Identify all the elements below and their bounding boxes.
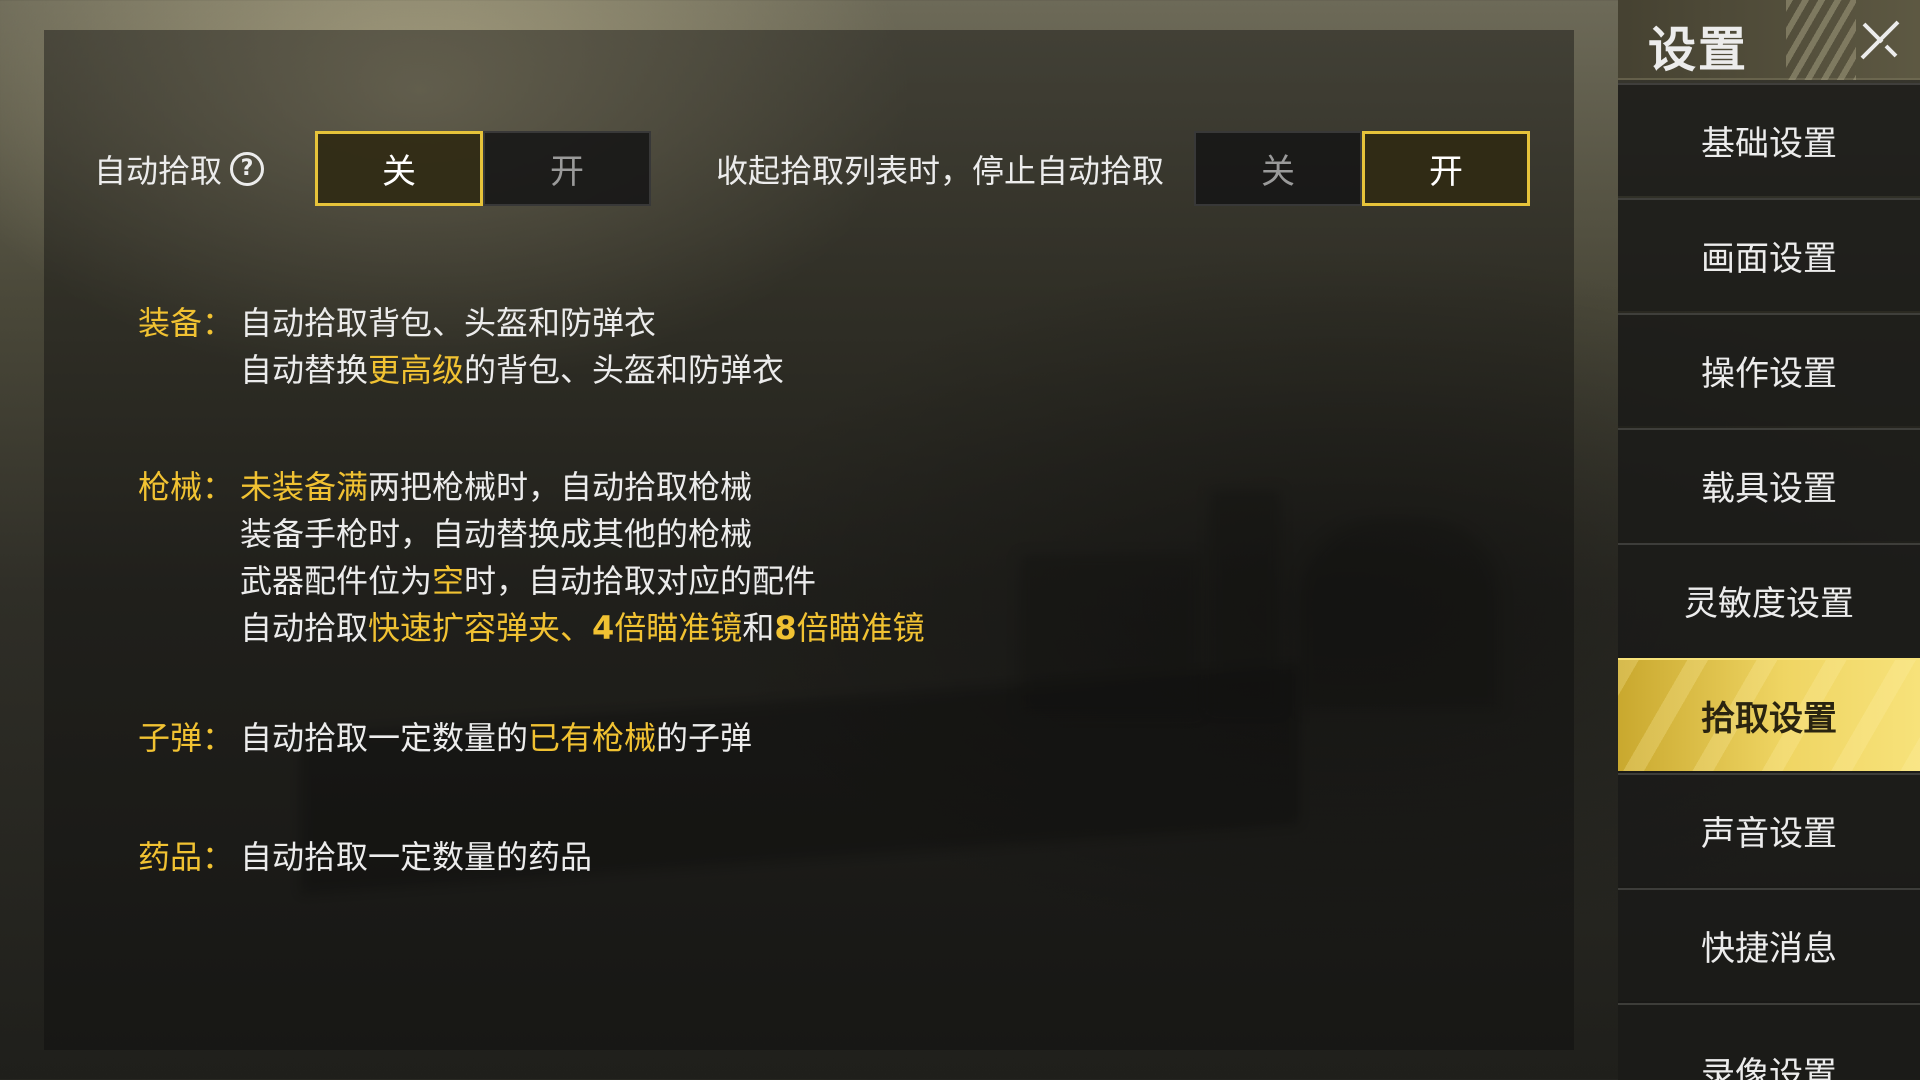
auto-pickup-label: 自动拾取 <box>94 151 223 190</box>
settings-header: 设置 <box>1618 0 1920 80</box>
stop-on-collapse-row: 收起拾取列表时，停止自动拾取 <box>716 131 1164 206</box>
weapons-line-4: 自动拾取快速扩容弹夹、4倍瞄准镜和8倍瞄准镜 <box>240 609 925 647</box>
auto-pickup-toggle: 关 开 <box>315 131 651 206</box>
auto-pickup-row: 自动拾取 ? <box>94 131 265 206</box>
equipment-category: 装备： <box>138 304 235 342</box>
nav-sound-settings[interactable]: 声音设置 <box>1618 773 1920 886</box>
nav-quick-messages[interactable]: 快捷消息 <box>1618 888 1920 1001</box>
close-x-icon <box>1860 20 1900 60</box>
close-button[interactable] <box>1840 0 1920 80</box>
stop-on-collapse-on-button[interactable]: 开 <box>1362 131 1530 206</box>
settings-sidebar: 设置 基础设置 画面设置 操作设置 载具设置 灵敏度设置 拾取设置 声音设置 快… <box>1618 0 1920 1080</box>
nav-graphics-settings[interactable]: 画面设置 <box>1618 198 1920 311</box>
stop-on-collapse-off-button[interactable]: 关 <box>1194 131 1362 206</box>
help-icon[interactable]: ? <box>230 151 265 186</box>
weapons-line-1: 未装备满两把枪械时，自动拾取枪械 <box>240 468 753 506</box>
equipment-line-1: 自动拾取背包、头盔和防弹衣 <box>240 304 657 342</box>
medicine-line-1: 自动拾取一定数量的药品 <box>240 838 593 876</box>
auto-pickup-off-button[interactable]: 关 <box>315 131 483 206</box>
nav-replay-settings[interactable]: 录像设置 <box>1618 1003 1920 1080</box>
weapons-line-2: 装备手枪时，自动替换成其他的枪械 <box>240 515 753 553</box>
pickup-settings-panel: 自动拾取 ? 关 开 收起拾取列表时，停止自动拾取 关 开 装备： 自动拾取背包… <box>44 30 1574 1050</box>
nav-pickup-settings[interactable]: 拾取设置 <box>1618 658 1920 771</box>
stop-on-collapse-label: 收起拾取列表时，停止自动拾取 <box>716 151 1165 190</box>
nav-vehicle-settings[interactable]: 载具设置 <box>1618 428 1920 541</box>
settings-title: 设置 <box>1648 22 1749 78</box>
ammo-category: 子弹： <box>138 719 235 757</box>
equipment-line-2: 自动替换更高级的背包、头盔和防弹衣 <box>240 351 785 389</box>
auto-pickup-on-button[interactable]: 开 <box>483 131 651 206</box>
weapons-category: 枪械： <box>138 468 235 506</box>
weapons-line-3: 武器配件位为空时，自动拾取对应的配件 <box>240 562 817 600</box>
nav-sensitivity-settings[interactable]: 灵敏度设置 <box>1618 543 1920 656</box>
stop-on-collapse-toggle: 关 开 <box>1194 131 1530 206</box>
nav-controls-settings[interactable]: 操作设置 <box>1618 313 1920 426</box>
medicine-category: 药品： <box>138 838 235 876</box>
nav-basic-settings[interactable]: 基础设置 <box>1618 83 1920 196</box>
ammo-line-1: 自动拾取一定数量的已有枪械的子弹 <box>240 719 753 757</box>
